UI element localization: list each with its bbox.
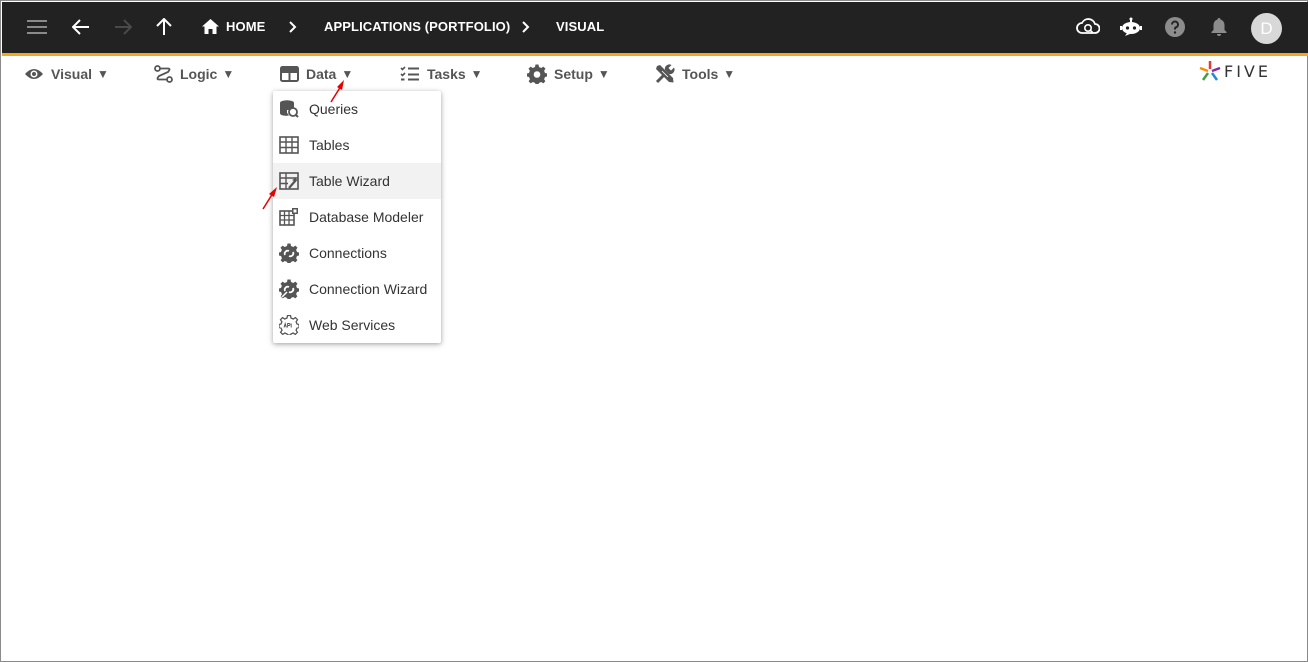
breadcrumb-visual[interactable]: VISUAL [556,1,604,52]
chatbot-icon [1119,17,1143,37]
menu-setup[interactable]: Setup ▼ [527,61,610,86]
avatar-letter: D [1260,18,1273,38]
bell-icon [1211,17,1227,36]
menu-logic-label: Logic [180,65,218,82]
breadcrumb-separator [522,1,530,52]
breadcrumb-home-label: HOME [226,19,266,34]
menu-data[interactable]: Data ▼ [280,61,353,86]
five-logo-text: FIVE [1224,61,1271,81]
chatbot-button[interactable] [1119,1,1143,52]
menu-visual-label: Visual [51,65,92,82]
breadcrumb-separator [289,1,297,52]
menu-visual[interactable]: Visual ▼ [24,61,109,86]
database-modeler-icon [279,207,299,227]
dropdown-item-label: Connections [309,245,387,261]
up-button[interactable] [154,1,174,52]
dropdown-item-label: Table Wizard [309,173,390,189]
top-bar-accent-line [2,53,1308,56]
up-arrow-icon [156,17,172,36]
breadcrumb-home[interactable]: HOME [202,1,265,52]
dropdown-item-label: Connection Wizard [309,281,428,297]
dropdown-item-label: Queries [309,101,359,117]
back-arrow-icon [72,18,90,35]
api-gear-icon [278,314,300,336]
menu-tools[interactable]: Tools ▼ [655,61,735,86]
dropdown-item-table-wizard[interactable]: Table Wizard [273,163,441,199]
menu-logic-caret: ▼ [222,66,235,81]
data-dropdown-menu: Queries Tables Table Wizard Database Mod… [273,91,441,343]
menu-data-label: Data [306,65,337,82]
five-logo: FIVE [1199,59,1271,83]
dropdown-item-connections[interactable]: Connections [273,235,441,271]
menu-icon [27,19,47,34]
cloud-sync-button[interactable] [1075,1,1101,52]
home-icon [202,19,219,34]
menu-tasks-caret: ▼ [470,66,483,81]
dropdown-item-connection-wizard[interactable]: Connection Wizard [273,271,441,307]
menu-visual-caret: ▼ [97,66,109,81]
menu-setup-caret: ▼ [597,66,610,81]
help-button[interactable] [1164,1,1186,52]
checklist-icon [400,65,420,82]
dropdown-item-queries[interactable]: Queries [273,91,441,127]
breadcrumb-applications-label: APPLICATIONS (PORTFOLIO) [324,19,511,34]
table-wizard-icon [279,171,299,191]
five-logo-mark-icon [1199,60,1221,82]
gear-icon [527,64,547,84]
notifications-button[interactable] [1209,1,1229,52]
annotation-arrows [262,80,344,210]
tools-icon [655,63,675,84]
table-icon [279,135,299,155]
menu-tools-caret: ▼ [723,66,736,81]
dropdown-item-label: Tables [309,137,350,153]
dropdown-item-web-services[interactable]: Web Services [273,307,441,343]
dropdown-item-label: Database Modeler [309,209,424,225]
menu-button[interactable] [25,1,49,52]
connections-icon [279,243,299,263]
forward-button[interactable] [112,1,134,52]
user-avatar[interactable]: D [1251,13,1282,44]
breadcrumb-visual-label: VISUAL [556,19,605,34]
database-search-icon [279,99,299,119]
cloud-sync-icon [1076,17,1100,37]
breadcrumb-applications[interactable]: APPLICATIONS (PORTFOLIO) [324,1,510,52]
menu-logic[interactable]: Logic ▼ [154,61,234,86]
app-window: HOME APPLICATIONS (PORTFOLIO) VISUAL D V… [0,0,1308,662]
eye-icon [24,67,44,81]
menu-tools-label: Tools [682,65,719,82]
menu-tasks-label: Tasks [427,65,466,82]
logic-flow-icon [154,64,173,83]
forward-arrow-icon [114,18,132,35]
menu-data-caret: ▼ [341,66,354,81]
help-icon [1165,16,1185,37]
menu-setup-label: Setup [554,65,593,82]
back-button[interactable] [70,1,92,52]
connection-wizard-icon [279,279,299,299]
top-app-bar [2,2,1308,53]
dropdown-item-label: Web Services [309,317,396,333]
menu-tasks[interactable]: Tasks ▼ [400,61,483,86]
table-grid-icon [280,65,299,82]
dropdown-item-tables[interactable]: Tables [273,127,441,163]
dropdown-item-database-modeler[interactable]: Database Modeler [273,199,441,235]
